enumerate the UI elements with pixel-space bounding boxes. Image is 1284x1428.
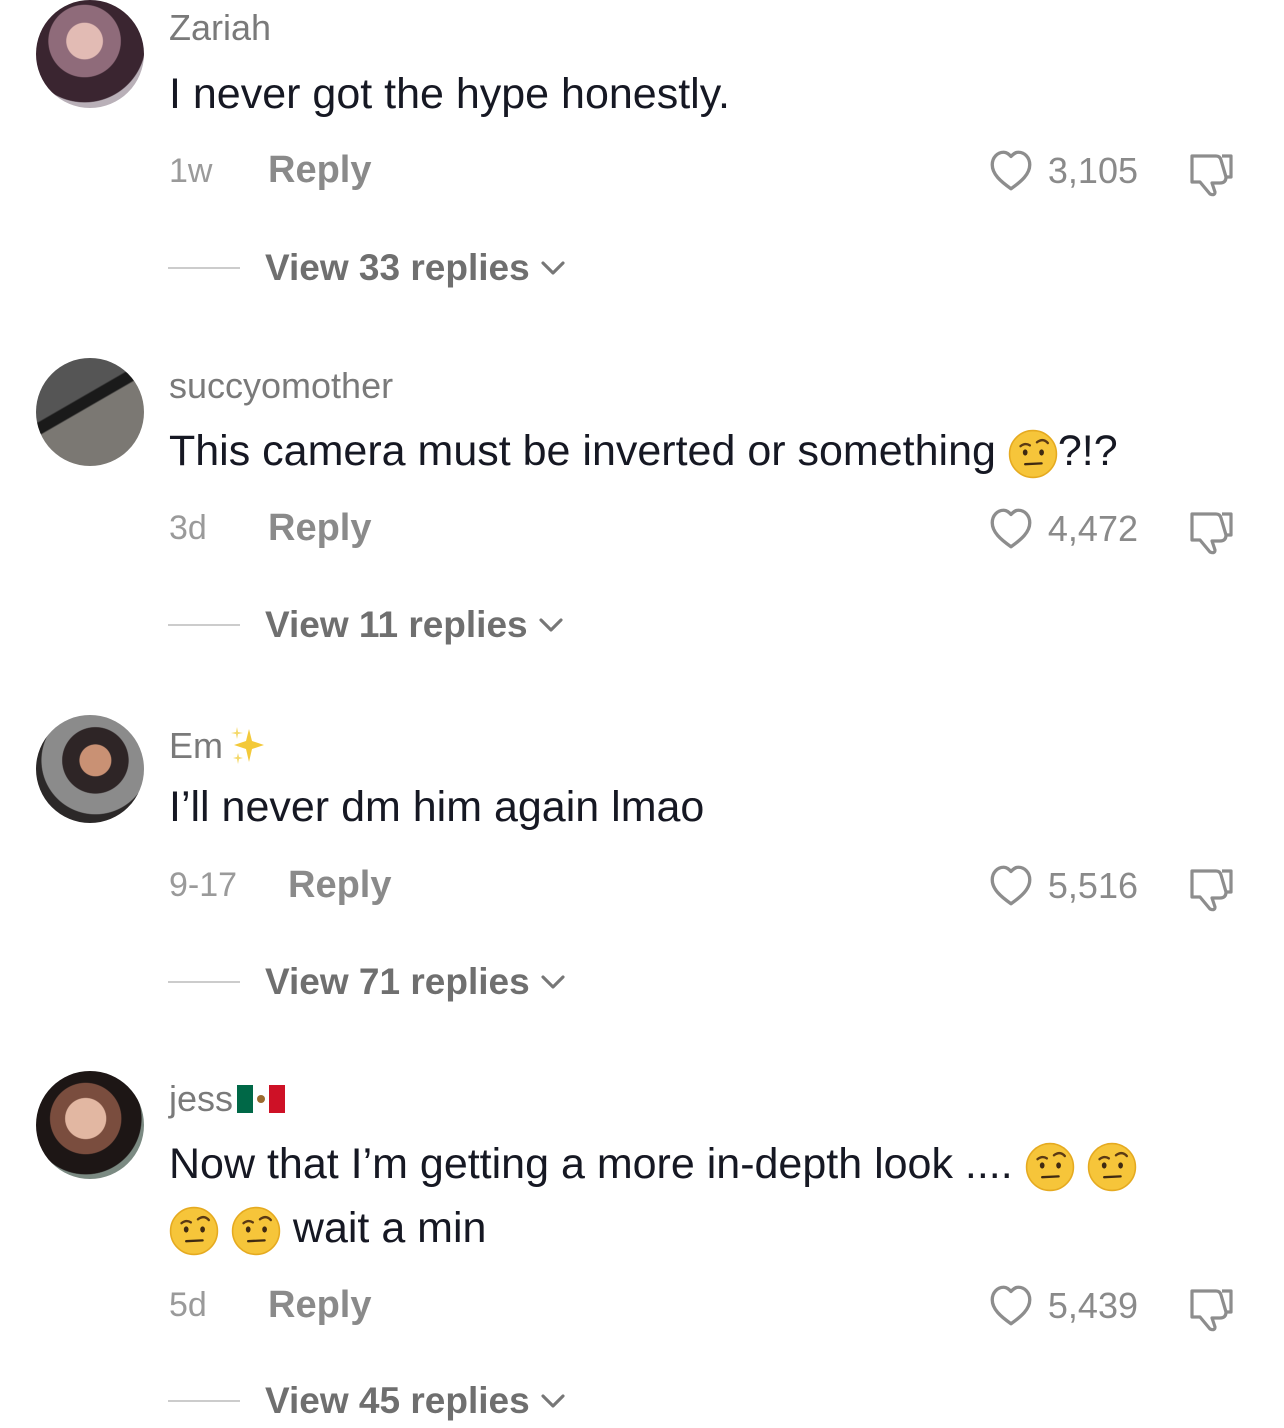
comment-text-line-1: Now that I’m getting a more in-depth loo… [169,1132,1234,1196]
avatar[interactable] [36,358,144,466]
comment-item: Zariah I never got the hype honestly. 1w… [0,0,1284,300]
like-button[interactable]: 5,439 [986,1281,1138,1331]
view-replies-button[interactable]: View 33 replies [265,249,568,286]
replies-divider [168,267,240,269]
dislike-icon[interactable] [1184,144,1238,198]
view-replies-label: View 71 replies [265,961,530,1002]
comment-text: This camera must be inverted or somethin… [169,419,1234,483]
comment-item: succyomother This camera must be inverte… [0,358,1284,658]
dislike-icon[interactable] [1184,1279,1238,1333]
comment-text: I never got the hype honestly. [169,70,730,118]
comment-time: 1w [169,152,213,190]
dislike-icon[interactable] [1184,859,1238,913]
heart-icon [986,861,1036,911]
like-button[interactable]: 3,105 [986,146,1138,196]
avatar[interactable] [36,1071,144,1179]
chevron-down-icon [538,253,568,283]
raised-eyebrow-emoji [1025,1142,1075,1192]
raised-eyebrow-emoji [169,1206,219,1256]
like-count: 4,472 [1047,508,1138,549]
comment-item: Em I’ll never dm him again lmao 9-17 Rep… [0,715,1284,1015]
raised-eyebrow-emoji [1008,429,1058,479]
reply-button[interactable]: Reply [268,1286,371,1324]
comment-username[interactable]: Em [169,725,269,767]
like-button[interactable]: 5,516 [986,861,1138,911]
mexico-flag-emoji [237,1085,286,1113]
replies-divider [168,1400,240,1402]
chevron-down-icon [538,1386,568,1416]
view-replies-button[interactable]: View 71 replies [265,963,568,1000]
heart-icon [986,504,1036,554]
replies-divider [168,981,240,983]
comment-username[interactable]: jess [169,1078,286,1119]
raised-eyebrow-emoji [1087,1142,1137,1192]
raised-eyebrow-emoji [231,1206,281,1256]
like-count: 3,105 [1047,150,1138,191]
view-replies-label: View 11 replies [265,604,528,645]
heart-icon [986,1281,1036,1331]
username-text: Em [169,725,223,766]
sparkles-emoji [231,727,264,764]
reply-button[interactable]: Reply [288,866,391,904]
comment-text-suffix: ?!? [1057,427,1118,475]
view-replies-button[interactable]: View 45 replies [265,1382,568,1419]
like-count: 5,516 [1047,865,1138,906]
comment-text-line-2: wait a min [169,1196,1234,1260]
reply-button[interactable]: Reply [268,509,371,547]
comment-text: Now that I’m getting a more in-depth loo… [169,1132,1234,1260]
view-replies-label: View 45 replies [265,1380,530,1421]
comment-text: I’ll never dm him again lmao [169,783,705,831]
view-replies-button[interactable]: View 11 replies [265,606,566,643]
comment-time: 3d [169,509,207,547]
comment-username[interactable]: Zariah [169,10,271,46]
comment-time: 5d [169,1286,207,1324]
like-count: 5,439 [1047,1285,1138,1326]
reply-button[interactable]: Reply [268,151,371,189]
comment-item: jess Now that I’m getting a more in-dept… [0,1071,1284,1419]
comment-username[interactable]: succyomother [169,368,393,404]
avatar[interactable] [36,715,144,823]
view-replies-label: View 33 replies [265,247,530,288]
heart-icon [986,146,1036,196]
username-text: jess [169,1078,234,1119]
avatar[interactable] [36,0,144,108]
like-button[interactable]: 4,472 [986,504,1138,554]
comment-text-main: This camera must be inverted or somethin… [169,427,1008,475]
dislike-icon[interactable] [1184,502,1238,556]
chevron-down-icon [538,967,568,997]
comment-time: 9-17 [169,866,238,904]
chevron-down-icon [536,610,566,640]
replies-divider [168,624,240,626]
